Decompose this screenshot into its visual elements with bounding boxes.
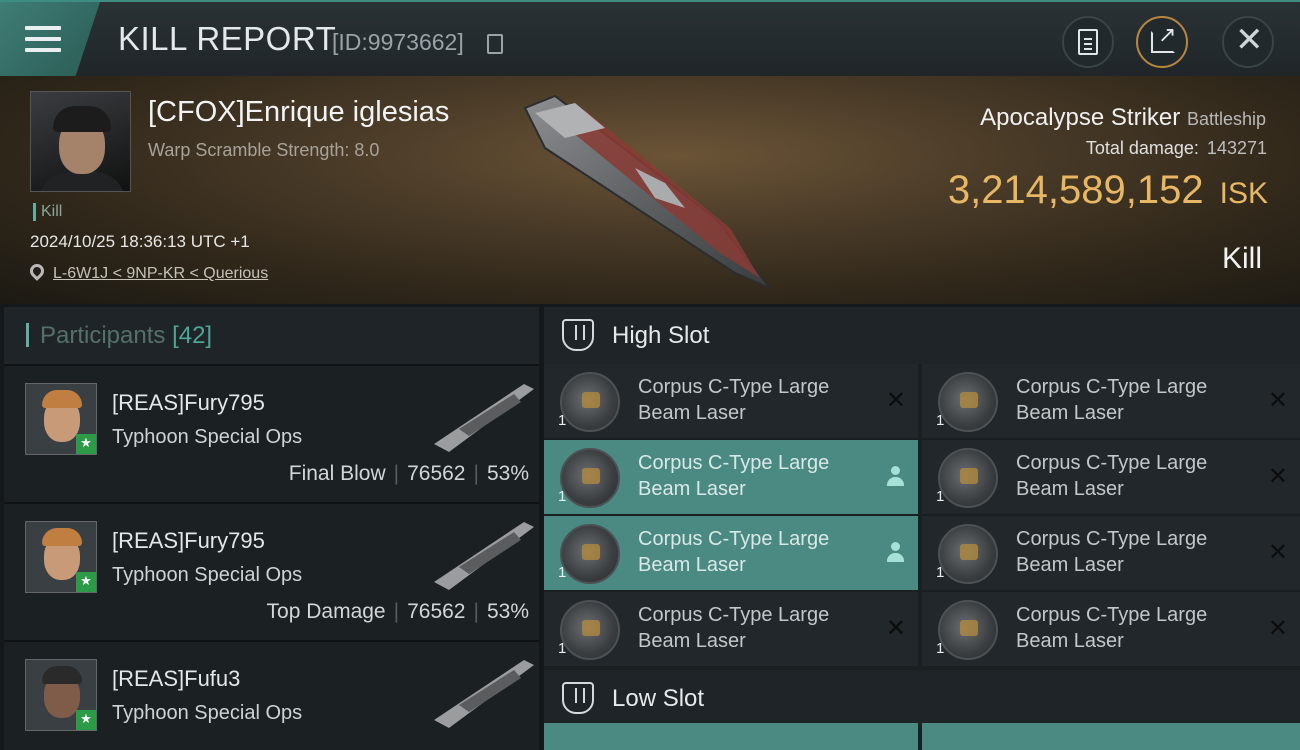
beam-laser-icon [560, 600, 620, 660]
kill-tag: Kill [33, 203, 62, 221]
low-slot-module[interactable] [544, 723, 918, 750]
module-name: Corpus C-Type Large Beam Laser [1016, 604, 1208, 652]
module-item[interactable]: 1Corpus C-Type Large Beam Laser✕ [544, 516, 918, 590]
destroyed-icon: ✕ [1267, 614, 1288, 642]
participant-ship-image [434, 660, 534, 728]
participant-ship: Typhoon Special Ops [112, 702, 303, 724]
victim-banner: [CFOX]Enrique iglesias Warp Scramble Str… [0, 76, 1300, 304]
destroyed-icon: ✕ [885, 386, 906, 414]
low-slot-icon [562, 682, 594, 714]
module-item[interactable]: 1 Corpus C-Type Large Beam Laser ✕ [922, 364, 1300, 438]
clipboard-button[interactable] [1062, 16, 1114, 68]
participant-ship: Typhoon Special Ops [112, 564, 303, 586]
avatar: ★ [25, 383, 97, 455]
participant-ship-image [434, 384, 534, 452]
participant-ship-image [434, 522, 534, 590]
participant-name: [REAS]Fury795 [112, 528, 265, 553]
module-quantity: 1 [936, 488, 945, 505]
destroyed-icon: ✕ [1267, 462, 1288, 490]
victim-name[interactable]: [CFOX]Enrique iglesias [148, 96, 449, 129]
module-item[interactable]: 1 Corpus C-Type Large Beam Laser ✕ [922, 440, 1300, 514]
victim-ship-name[interactable]: Apocalypse Striker Battleship [980, 104, 1266, 132]
participant-row[interactable]: ★ [REAS]Fury795 Typhoon Special Ops Top … [4, 502, 539, 640]
destroyed-icon: ✕ [885, 614, 906, 642]
participant-stats: Top Damage | 76562 | 53% [266, 600, 529, 623]
participant-row[interactable]: ★ [REAS]Fufu3 Typhoon Special Ops [4, 640, 539, 750]
module-quantity: 1 [558, 564, 567, 581]
fitting-panel: High Slot 1 Corpus C-Type Large Beam Lase… [544, 307, 1300, 750]
module-quantity: 1 [558, 640, 567, 657]
top-bar: KILL REPORT [ID:9973662] ↗ ✕ [0, 0, 1300, 78]
beam-laser-icon [560, 448, 620, 508]
total-damage: Total damage: 143271 [1085, 138, 1267, 158]
victim-ship-image[interactable] [515, 88, 795, 293]
participants-panel: Participants [42] ★ [REAS]Fury795 Typhoo… [4, 307, 539, 750]
module-name: Corpus C-Type Large Beam Laser [1016, 452, 1208, 500]
destroyed-icon: ✕ [1267, 386, 1288, 414]
location-link[interactable]: L-6W1J < 9NP-KR < Querious [53, 265, 268, 283]
participant-name: [REAS]Fury795 [112, 390, 265, 415]
module-item[interactable]: 1 Corpus C-Type Large Beam Laser ✕ [922, 516, 1300, 590]
participant-stats: Final Blow | 76562 | 53% [288, 462, 529, 485]
page-title: KILL REPORT [118, 20, 337, 57]
beam-laser-icon [938, 524, 998, 584]
avatar: ★ [25, 659, 97, 731]
module-quantity: 1 [936, 564, 945, 581]
low-slot-header: Low Slot [544, 670, 1300, 727]
low-slot-module[interactable] [922, 723, 1300, 750]
isk-value: 3,214,589,152 ISK [947, 168, 1268, 212]
clipboard-icon [1078, 29, 1098, 55]
module-name: Corpus C-Type Large Beam Laser [638, 604, 830, 652]
module-quantity: 1 [558, 488, 567, 505]
participant-name: [REAS]Fufu3 [112, 666, 241, 691]
menu-tab[interactable] [0, 2, 100, 78]
close-icon: ✕ [1235, 20, 1264, 60]
beam-laser-icon [938, 372, 998, 432]
high-slot-grid: 1 Corpus C-Type Large Beam Laser ✕ 1 Corpus … [544, 364, 1300, 668]
kill-datetime: 2024/10/25 18:36:13 UTC +1 [30, 232, 250, 251]
destroyed-icon: ✕ [1267, 538, 1288, 566]
high-slot-icon [562, 319, 594, 351]
beam-laser-icon [938, 600, 998, 660]
module-item[interactable]: 1 Corpus C-Type Large Beam Laser ✕ [544, 592, 918, 666]
module-name: Corpus C-Type Large Beam Laser [638, 376, 830, 424]
report-id: [ID:9973662] [332, 29, 464, 55]
location-pin-icon [27, 261, 47, 281]
menu-icon[interactable] [25, 26, 61, 52]
beam-laser-icon [560, 524, 620, 584]
module-name: Corpus C-Type Large Beam Laser [638, 528, 830, 576]
kill-result: Kill [1221, 242, 1262, 275]
module-name: Corpus C-Type Large Beam Laser [1016, 528, 1208, 576]
dropped-pilot-icon [886, 542, 904, 564]
participant-ship: Typhoon Special Ops [112, 426, 303, 448]
module-quantity: 1 [936, 640, 945, 657]
module-quantity: 1 [936, 412, 945, 429]
share-button[interactable]: ↗ [1136, 16, 1188, 68]
star-icon: ★ [76, 710, 96, 730]
star-icon: ★ [76, 434, 96, 454]
module-item[interactable]: 1Corpus C-Type Large Beam Laser✕ [544, 440, 918, 514]
close-button[interactable]: ✕ [1222, 16, 1274, 68]
victim-portrait[interactable] [30, 91, 131, 192]
beam-laser-icon [938, 448, 998, 508]
star-icon: ★ [76, 572, 96, 592]
beam-laser-icon [560, 372, 620, 432]
module-item[interactable]: 1 Corpus C-Type Large Beam Laser ✕ [922, 592, 1300, 666]
participants-header: Participants [42] [4, 307, 539, 364]
high-slot-header: High Slot [544, 307, 1300, 364]
warp-scramble: Warp Scramble Strength: 8.0 [148, 140, 380, 160]
module-item[interactable]: 1 Corpus C-Type Large Beam Laser ✕ [544, 364, 918, 438]
module-name: Corpus C-Type Large Beam Laser [638, 452, 830, 500]
copy-icon[interactable] [487, 34, 503, 54]
module-name: Corpus C-Type Large Beam Laser [1016, 376, 1208, 424]
dropped-pilot-icon [886, 466, 904, 488]
participant-row[interactable]: ★ [REAS]Fury795 Typhoon Special Ops Fina… [4, 364, 539, 502]
module-quantity: 1 [558, 412, 567, 429]
avatar: ★ [25, 521, 97, 593]
